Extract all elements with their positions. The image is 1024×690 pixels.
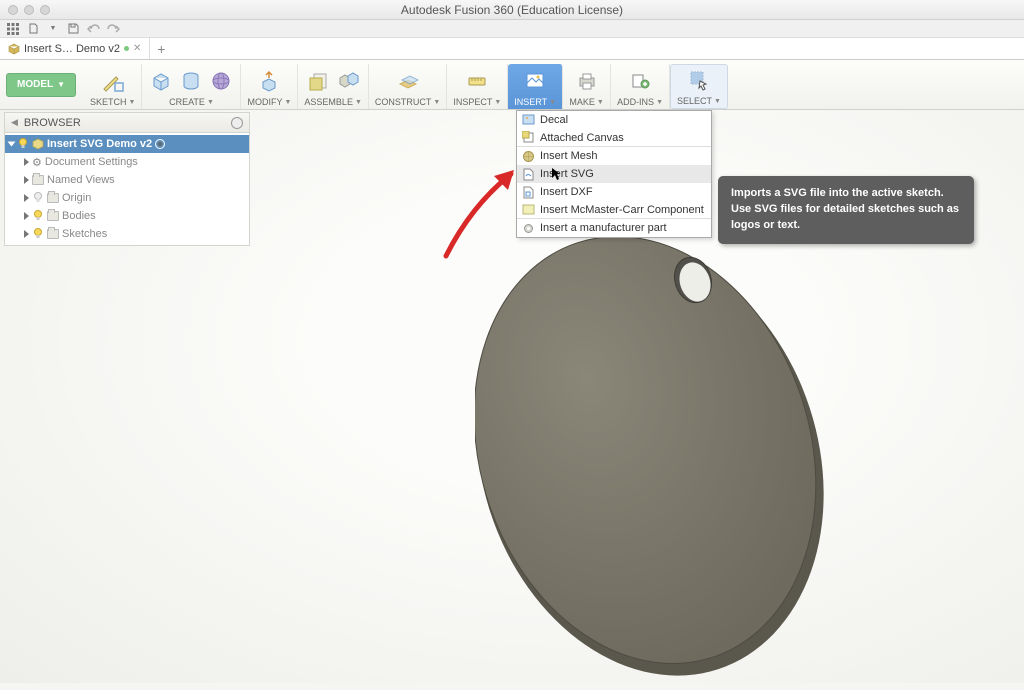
unsaved-indicator-icon [124, 46, 129, 51]
model-disc[interactable] [475, 200, 835, 690]
construct-group[interactable]: CONSTRUCT▼ [369, 64, 447, 109]
expand-icon[interactable] [8, 142, 16, 147]
insert-dropdown-menu: Decal Attached Canvas Insert Mesh Insert… [516, 110, 712, 238]
window-minimize-button[interactable] [24, 5, 34, 15]
visibility-bulb-off-icon[interactable] [32, 192, 44, 204]
mesh-icon [521, 149, 535, 163]
gear-icon: ⚙ [32, 156, 42, 169]
expand-icon[interactable] [24, 158, 29, 166]
canvas-icon [521, 131, 535, 145]
document-tabstrip: Insert S… Demo v2 ✕ + [0, 38, 1024, 60]
expand-icon[interactable] [24, 212, 29, 220]
dxf-file-icon [521, 185, 535, 199]
make-group[interactable]: MAKE▼ [563, 64, 611, 109]
expand-icon[interactable] [24, 194, 29, 202]
active-component-icon[interactable] [155, 139, 165, 149]
cube-icon [32, 138, 44, 150]
tree-root[interactable]: Insert SVG Demo v2 [5, 135, 249, 153]
app-grid-icon[interactable] [6, 22, 20, 36]
menu-item-insert-svg[interactable]: Insert SVG [517, 165, 711, 183]
expand-icon[interactable] [24, 230, 29, 238]
cursor-icon [551, 167, 561, 181]
dropdown-caret-icon[interactable]: ▼ [46, 22, 60, 36]
folder-icon [32, 175, 44, 185]
select-group[interactable]: SELECT▼ [670, 64, 728, 109]
workspace-label: MODEL [17, 79, 53, 90]
menu-item-mcmaster[interactable]: Insert McMaster-Carr Component [517, 201, 711, 219]
measure-icon[interactable] [464, 68, 490, 94]
box-icon[interactable] [148, 68, 174, 94]
undo-icon[interactable] [86, 22, 100, 36]
pin-icon[interactable] [231, 117, 243, 129]
tooltip-text: Imports a SVG file into the active sketc… [731, 187, 959, 231]
sketch-group[interactable]: SKETCH▼ [84, 64, 142, 109]
visibility-bulb-icon[interactable] [17, 138, 29, 150]
file-menu-icon[interactable] [26, 22, 40, 36]
mac-titlebar: Autodesk Fusion 360 (Education License) [0, 0, 1024, 20]
visibility-bulb-icon[interactable] [32, 228, 44, 240]
cylinder-icon[interactable] [178, 68, 204, 94]
quick-access-bar: ▼ [0, 20, 1024, 38]
select-icon[interactable] [686, 67, 712, 93]
menu-item-manufacturer-part[interactable]: Insert a manufacturer part [517, 219, 711, 237]
inspect-group[interactable]: INSPECT▼ [447, 64, 508, 109]
cube-icon [8, 43, 20, 55]
menu-item-decal[interactable]: Decal [517, 111, 711, 129]
menu-item-insert-dxf[interactable]: Insert DXF [517, 183, 711, 201]
part-icon [521, 221, 535, 235]
close-tab-icon[interactable]: ✕ [133, 43, 141, 54]
folder-icon [47, 211, 59, 221]
tree-item-sketches[interactable]: Sketches [5, 225, 249, 243]
document-tab[interactable]: Insert S… Demo v2 ✕ [0, 38, 150, 59]
tooltip-box: Imports a SVG file into the active sketc… [718, 176, 974, 244]
ribbon-toolbar: MODEL ▼ SKETCH▼ CREATE▼ [0, 60, 1024, 110]
browser-tree: Insert SVG Demo v2 ⚙ Document Settings N… [5, 133, 249, 245]
modify-group[interactable]: MODIFY▼ [241, 64, 298, 109]
window-title: Autodesk Fusion 360 (Education License) [0, 3, 1024, 17]
workspace-selector-button[interactable]: MODEL ▼ [6, 73, 76, 97]
sketch-icon[interactable] [100, 68, 126, 94]
expand-icon[interactable] [24, 176, 29, 184]
browser-title: BROWSER [24, 117, 225, 129]
assemble-group[interactable]: ASSEMBLE▼ [298, 64, 368, 109]
print-icon[interactable] [574, 68, 600, 94]
tree-item-origin[interactable]: Origin [5, 189, 249, 207]
root-label: Insert SVG Demo v2 [47, 138, 152, 150]
presspull-icon[interactable] [256, 68, 282, 94]
menu-item-insert-mesh[interactable]: Insert Mesh [517, 147, 711, 165]
sphere-icon[interactable] [208, 68, 234, 94]
addins-group[interactable]: ADD-INS▼ [611, 64, 670, 109]
window-zoom-button[interactable] [40, 5, 50, 15]
insert-group[interactable]: INSERT▼ [508, 64, 563, 109]
caret-down-icon: ▼ [57, 80, 65, 89]
menu-item-attached-canvas[interactable]: Attached Canvas [517, 129, 711, 147]
joint-icon[interactable] [335, 68, 361, 94]
new-tab-button[interactable]: + [150, 38, 172, 59]
redo-icon[interactable] [106, 22, 120, 36]
tree-item-named-views[interactable]: Named Views [5, 171, 249, 189]
window-close-button[interactable] [8, 5, 18, 15]
browser-panel: ◀ BROWSER Insert SVG Demo v2 ⚙ Document … [4, 112, 250, 246]
folder-icon [47, 193, 59, 203]
mcmaster-icon [521, 203, 535, 217]
visibility-bulb-icon[interactable] [32, 210, 44, 222]
browser-header[interactable]: ◀ BROWSER [5, 113, 249, 133]
plane-icon[interactable] [395, 68, 421, 94]
component-icon[interactable] [305, 68, 331, 94]
tree-item-bodies[interactable]: Bodies [5, 207, 249, 225]
tree-item-document-settings[interactable]: ⚙ Document Settings [5, 153, 249, 171]
decal-icon [521, 113, 535, 127]
document-tab-label: Insert S… Demo v2 [24, 43, 120, 55]
insert-image-icon[interactable] [522, 68, 548, 94]
folder-icon [47, 229, 59, 239]
addins-icon[interactable] [627, 68, 653, 94]
svg-file-icon [521, 167, 535, 181]
save-icon[interactable] [66, 22, 80, 36]
create-group[interactable]: CREATE▼ [142, 64, 241, 109]
collapse-left-icon[interactable]: ◀ [11, 117, 18, 128]
